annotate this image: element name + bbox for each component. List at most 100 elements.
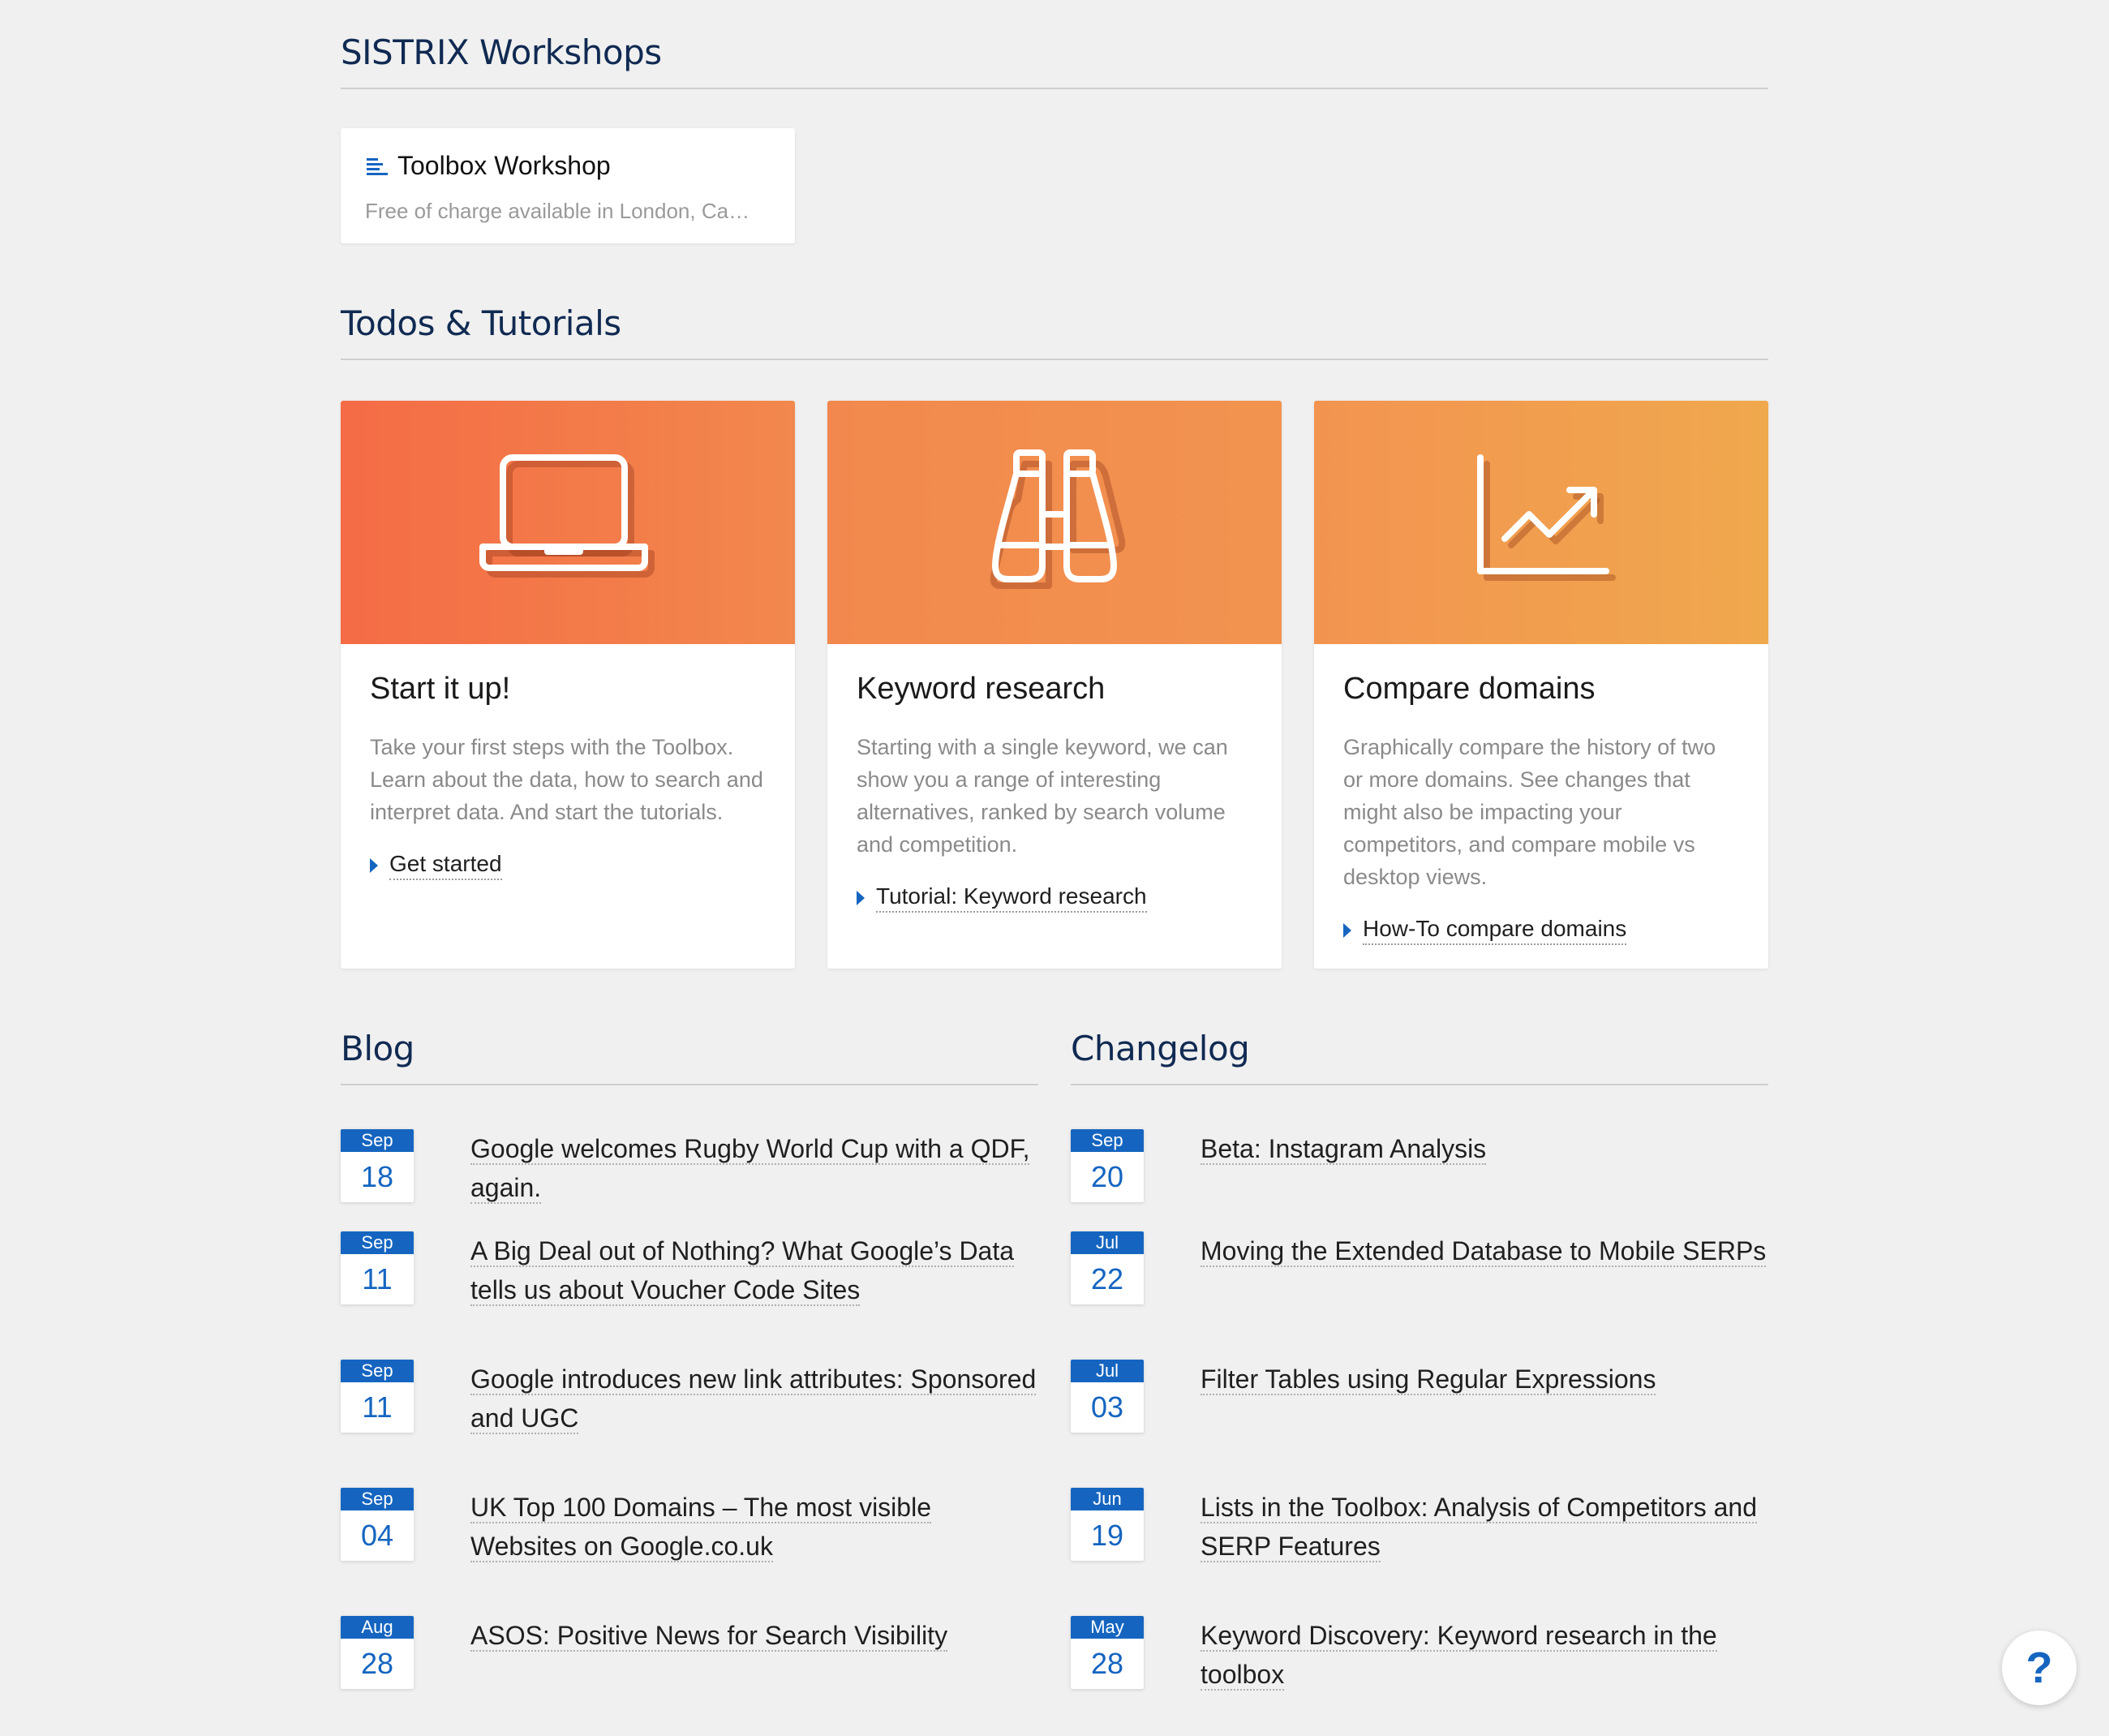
changelog-column: Changelog Sep 20 Beta: Instagram Analysis J…: [1071, 1032, 1768, 1705]
date-badge: Aug 28: [341, 1616, 414, 1689]
date-month: Aug: [341, 1616, 414, 1639]
date-month: May: [1071, 1616, 1144, 1639]
tutorial-card-start[interactable]: Start it up! Take your first steps with …: [341, 401, 795, 969]
article-title-line[interactable]: toolbox: [1201, 1660, 1285, 1691]
caret-right-icon: [370, 858, 378, 873]
toolbox-workshop-card[interactable]: Toolbox Workshop Free of charge availabl…: [341, 128, 795, 243]
date-month: Jul: [1071, 1231, 1144, 1254]
article-title-line[interactable]: tells us about Voucher Code Sites: [470, 1275, 861, 1306]
list-item[interactable]: Sep 11 Google introduces new link attribut…: [341, 1360, 1038, 1449]
list-item[interactable]: Jul 03 Filter Tables using Regular Express…: [1071, 1360, 1768, 1449]
article-title-line[interactable]: again.: [470, 1173, 542, 1204]
article-title-line[interactable]: Google introduces new link attributes: S…: [470, 1364, 1037, 1395]
article-title-line[interactable]: Filter Tables using Regular Expressions: [1201, 1364, 1656, 1395]
article-title-line[interactable]: Lists in the Toolbox: Analysis of Compet…: [1201, 1493, 1757, 1523]
tutorial-title: Start it up!: [370, 672, 511, 706]
article-title[interactable]: Keyword Discovery: Keyword research in t…: [1201, 1616, 1717, 1694]
get-started-link[interactable]: Get started: [370, 851, 766, 880]
chart-growth-icon: [1477, 454, 1616, 581]
article-title-line[interactable]: Moving the Extended Database to Mobile S…: [1201, 1236, 1767, 1267]
binoculars-icon: [990, 449, 1126, 589]
list-icon: [367, 157, 388, 175]
article-title[interactable]: A Big Deal out of Nothing? What Google’s…: [470, 1231, 1015, 1309]
date-badge: Jul 03: [1071, 1360, 1144, 1433]
workshop-description: Free of charge available in London, Ca…: [365, 199, 750, 223]
list-item[interactable]: Jul 22 Moving the Extended Database to Mob…: [1071, 1231, 1768, 1321]
tutorial-card-keyword-research[interactable]: Keyword research Starting with a single …: [827, 401, 1282, 969]
date-day: 28: [360, 1647, 394, 1680]
article-title-line[interactable]: and UGC: [470, 1403, 579, 1434]
date-month: Jul: [1071, 1360, 1144, 1382]
article-title[interactable]: Lists in the Toolbox: Analysis of Compet…: [1201, 1488, 1757, 1566]
tutorial-title: Keyword research: [857, 672, 1106, 706]
date-badge: Jul 22: [1071, 1231, 1144, 1304]
tutorial-description: Graphically compare the history of two o…: [1343, 735, 1716, 889]
article-title[interactable]: Moving the Extended Database to Mobile S…: [1201, 1231, 1767, 1270]
date-day: 22: [1090, 1262, 1124, 1296]
tutorial-link-label[interactable]: How-To compare domains: [1363, 916, 1627, 945]
date-month: Sep: [341, 1231, 414, 1254]
tutorial-link-label[interactable]: Get started: [389, 851, 502, 880]
list-item[interactable]: Sep 04 UK Top 100 Domains – The most visib…: [341, 1488, 1038, 1577]
article-title[interactable]: Filter Tables using Regular Expressions: [1201, 1360, 1656, 1399]
date-month: Sep: [1071, 1129, 1144, 1152]
article-title[interactable]: UK Top 100 Domains – The most visible Web…: [470, 1488, 931, 1566]
dashboard-page: SISTRIX Workshops Toolbox Workshop Free …: [341, 0, 1768, 1705]
list-item[interactable]: Jun 19 Lists in the Toolbox: Analysis of C…: [1071, 1488, 1768, 1577]
date-badge: Sep 20: [1071, 1129, 1144, 1202]
date-day: 11: [362, 1390, 393, 1424]
list-item[interactable]: Aug 28 ASOS: Positive News for Search Visi…: [341, 1616, 1038, 1705]
tutorial-card-compare-domains[interactable]: Compare domains Graphically compare the …: [1314, 401, 1768, 969]
tutorial-body: Keyword research Starting with a single …: [827, 644, 1282, 913]
tutorial-title: Compare domains: [1343, 672, 1596, 706]
article-title-line[interactable]: A Big Deal out of Nothing? What Google’s…: [470, 1236, 1015, 1267]
caret-right-icon: [857, 891, 865, 905]
date-month: Sep: [341, 1129, 414, 1152]
article-title[interactable]: ASOS: Positive News for Search Visibilit…: [470, 1616, 948, 1655]
date-badge: Sep 04: [341, 1488, 414, 1561]
article-title-line[interactable]: ASOS: Positive News for Search Visibilit…: [470, 1621, 948, 1652]
list-item[interactable]: May 28 Keyword Discovery: Keyword research…: [1071, 1616, 1768, 1705]
tutorial-cards: Start it up! Take your first steps with …: [341, 401, 1768, 969]
article-title-line[interactable]: Beta: Instagram Analysis: [1201, 1134, 1487, 1165]
list-item[interactable]: Sep 20 Beta: Instagram Analysis: [1071, 1129, 1768, 1207]
article-title-line[interactable]: UK Top 100 Domains – The most visible: [470, 1493, 931, 1523]
article-title[interactable]: Google welcomes Rugby World Cup with a Q…: [470, 1129, 1030, 1207]
compare-domains-howto-link[interactable]: How-To compare domains: [1343, 916, 1739, 945]
date-month: Sep: [341, 1360, 414, 1382]
list-item[interactable]: Sep 18 Google welcomes Rugby World Cup wit…: [341, 1129, 1038, 1207]
date-day: 20: [1090, 1160, 1124, 1193]
date-day: 03: [1090, 1390, 1124, 1424]
tutorial-body: Compare domains Graphically compare the …: [1314, 644, 1768, 945]
tutorial-hero: [1314, 401, 1768, 644]
date-day: 19: [1090, 1519, 1124, 1552]
caret-right-icon: [1343, 923, 1351, 938]
article-title-line[interactable]: SERP Features: [1201, 1532, 1381, 1562]
date-badge: Sep 11: [341, 1360, 414, 1433]
article-title[interactable]: Google introduces new link attributes: S…: [470, 1360, 1037, 1437]
date-day: 28: [1090, 1647, 1124, 1680]
article-title-line[interactable]: Websites on Google.co.uk: [470, 1532, 773, 1562]
help-button[interactable]: ?: [2002, 1631, 2077, 1705]
news-columns: Blog Sep 18 Google welcomes Rugby World Cu…: [341, 1032, 1768, 1705]
article-title-line[interactable]: Keyword Discovery: Keyword research in t…: [1201, 1621, 1717, 1652]
tutorial-body: Start it up! Take your first steps with …: [341, 644, 795, 880]
date-badge: May 28: [1071, 1616, 1144, 1689]
laptop-icon: [479, 454, 655, 578]
blog-column: Blog Sep 18 Google welcomes Rugby World Cu…: [341, 1032, 1038, 1705]
article-title[interactable]: Beta: Instagram Analysis: [1201, 1129, 1487, 1168]
keyword-research-tutorial-link[interactable]: Tutorial: Keyword research: [857, 883, 1252, 913]
article-title-line[interactable]: Google welcomes Rugby World Cup with a Q…: [470, 1134, 1030, 1165]
date-badge: Jun 19: [1071, 1488, 1144, 1561]
date-badge: Sep 18: [341, 1129, 414, 1202]
date-month: Jun: [1071, 1488, 1144, 1510]
tutorial-link-label[interactable]: Tutorial: Keyword research: [876, 883, 1147, 913]
workshop-name: Toolbox Workshop: [397, 151, 611, 180]
list-item[interactable]: Sep 11 A Big Deal out of Nothing? What Goo…: [341, 1231, 1038, 1321]
blog-heading: Blog: [341, 1032, 1038, 1085]
date-badge: Sep 11: [341, 1231, 414, 1304]
todos-heading: Todos & Tutorials: [341, 307, 1768, 360]
changelog-list: Sep 20 Beta: Instagram Analysis Jul 22 Moving…: [1071, 1129, 1768, 1705]
tutorial-hero: [827, 401, 1282, 644]
date-day: 18: [360, 1160, 394, 1193]
